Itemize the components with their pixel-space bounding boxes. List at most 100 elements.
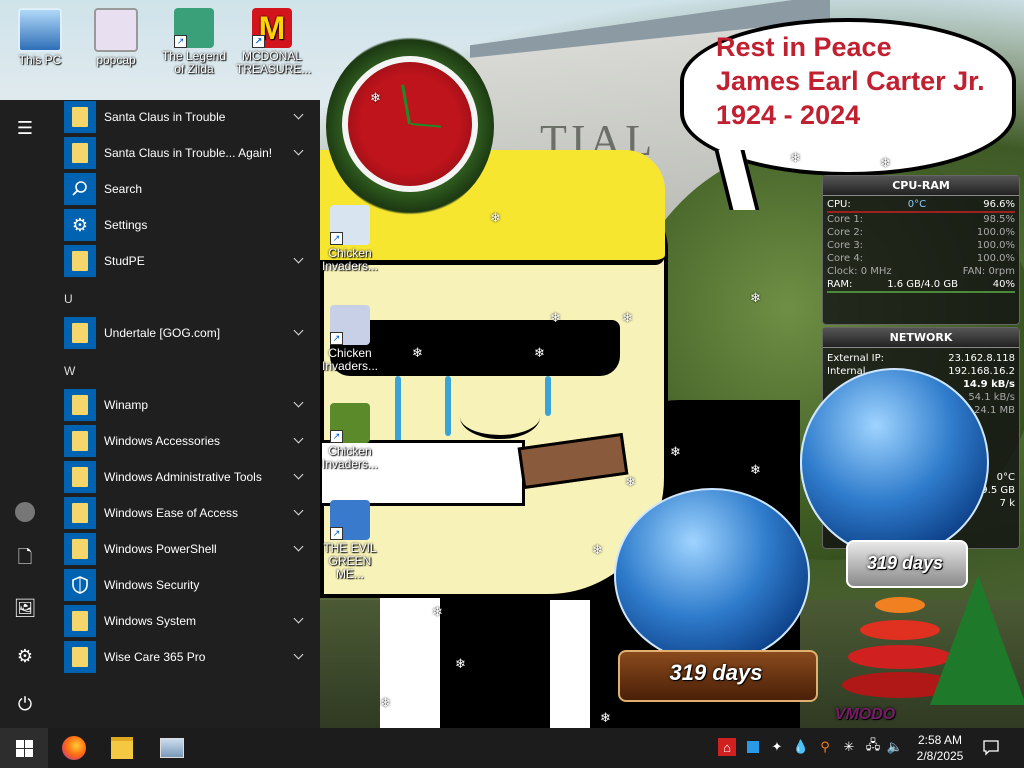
cpu-temp: 0°C <box>907 199 927 210</box>
menu-icon[interactable]: ☰ <box>9 112 41 144</box>
tray-app-icon[interactable]: ⌂ <box>718 738 736 756</box>
desktop-icon-chicken-2[interactable]: ↗ Chicken Invaders... <box>314 305 386 373</box>
clock-gadget[interactable] <box>342 56 478 192</box>
taskbar-control-panel[interactable] <box>148 728 196 768</box>
popcap-icon <box>94 8 138 52</box>
snowflake-icon: ❄ <box>412 345 423 360</box>
app-search[interactable]: Search <box>64 172 320 206</box>
clock-minute-hand <box>410 123 441 128</box>
section-letter-w[interactable]: W <box>64 364 75 378</box>
cpu-ram-gadget[interactable]: CPU-RAM CPU: 0°C 96.6% Core 1: 98.5% Core… <box>822 175 1020 325</box>
folder-icon <box>64 317 96 349</box>
app-windows-administrative-tools[interactable]: Windows Administrative Tools <box>64 460 320 494</box>
taskbar-firefox[interactable] <box>50 728 98 768</box>
tray-snowflake-icon[interactable]: ✳ <box>840 738 858 756</box>
snowflake-icon: ❄ <box>600 710 611 725</box>
chevron-down-icon <box>293 145 304 156</box>
desktop-icon-label: popcap <box>96 53 136 67</box>
app-windows-ease-of-access[interactable]: Windows Ease of Access <box>64 496 320 530</box>
character-tear <box>395 376 401 446</box>
external-ip-row: External IP: 23.162.8.118 <box>827 353 1015 364</box>
app-windows-accessories[interactable]: Windows Accessories <box>64 424 320 458</box>
folder-icon <box>64 461 96 493</box>
control-panel-icon <box>160 738 184 758</box>
clock-hour-hand <box>401 84 411 125</box>
snowflake-icon: ❄ <box>550 310 561 325</box>
app-undertale[interactable]: Undertale [GOG.com] <box>64 316 320 350</box>
app-winamp[interactable]: Winamp <box>64 388 320 422</box>
section-letter-u[interactable]: U <box>64 292 73 306</box>
folder-icon <box>64 389 96 421</box>
snow-globe-small[interactable] <box>614 488 810 664</box>
desktop-icon-label: Chicken Invaders... <box>321 346 379 373</box>
app-wise-care-365-pro[interactable]: Wise Care 365 Pro <box>64 640 320 674</box>
taskbar-clock[interactable]: 2:58 AM 2/8/2025 <box>904 732 976 764</box>
network-title: NETWORK <box>823 328 1019 348</box>
app-studpe[interactable]: StudPE <box>64 244 320 278</box>
chevron-down-icon <box>293 469 304 480</box>
snowflake-icon: ❄ <box>750 462 761 477</box>
zilda-icon: ↗ <box>174 8 214 48</box>
desktop-icon-this-pc[interactable]: This PC <box>4 8 76 67</box>
app-windows-system[interactable]: Windows System <box>64 604 320 638</box>
core-row: Core 1: 98.5% <box>827 214 1015 225</box>
snowflake-icon: ❄ <box>880 155 891 170</box>
snowflake-icon: ❄ <box>750 290 761 305</box>
character-tear <box>545 376 551 416</box>
documents-icon[interactable]: 🗋 <box>9 544 41 576</box>
desktop-icon-mcdonald[interactable]: M ↗ MCDONAL TREASURE... <box>236 8 311 76</box>
app-label: Windows Ease of Access <box>104 506 239 520</box>
snowflake-icon: ❄ <box>622 310 633 325</box>
user-account-button[interactable] <box>9 496 41 528</box>
users-icon: ↗ <box>330 500 370 540</box>
app-santa-claus-in-trouble[interactable]: Santa Claus in Trouble <box>64 100 320 134</box>
search-icon <box>64 173 96 205</box>
snowflake-icon: ❄ <box>455 656 466 671</box>
desktop-icon-label: The Legend of Zilda <box>161 49 227 76</box>
snow-globe-large-overlay <box>800 368 989 557</box>
tray-apps-icon[interactable]: ✦ <box>768 738 786 756</box>
app-windows-powershell[interactable]: Windows PowerShell <box>64 532 320 566</box>
snowflake-icon: ❄ <box>534 345 545 360</box>
computer-icon <box>18 8 62 52</box>
tray-search-icon[interactable]: ⚲ <box>816 738 834 756</box>
notification-center-icon[interactable] <box>982 739 1000 757</box>
cpu-percent: 96.6% <box>983 199 1015 210</box>
snowflake-icon: ❄ <box>432 604 443 619</box>
chevron-down-icon <box>293 433 304 444</box>
tray-drop-icon[interactable]: 💧 <box>792 738 810 756</box>
taskbar-file-explorer[interactable] <box>98 728 146 768</box>
app-label: Windows Accessories <box>104 434 221 448</box>
folder-icon <box>64 605 96 637</box>
app-settings[interactable]: ⚙ Settings <box>64 208 320 242</box>
desktop-icon-chicken-3[interactable]: ↗ Chicken Invaders... <box>314 403 386 471</box>
network-icon[interactable]: 🖧 <box>864 737 882 756</box>
start-button[interactable] <box>0 728 48 768</box>
core-row: Core 4: 100.0% <box>827 253 1015 264</box>
desktop-icon-popcap[interactable]: popcap <box>80 8 152 67</box>
settings-gear-icon[interactable]: ⚙ <box>9 640 41 672</box>
chevron-down-icon <box>293 541 304 552</box>
pictures-icon[interactable]: 🖼 <box>9 592 41 624</box>
folder-icon <box>64 533 96 565</box>
desktop-icon-chicken-1[interactable]: ↗ Chicken Invaders... <box>314 205 386 273</box>
chevron-down-icon <box>293 649 304 660</box>
cpu-label: CPU: <box>827 199 851 210</box>
windows-logo-icon <box>15 739 33 757</box>
bubble-line-2: James Earl Carter Jr. <box>716 66 985 96</box>
chevron-down-icon <box>293 325 304 336</box>
cpu-row: CPU: 0°C 96.6% <box>823 198 1019 211</box>
bubble-line-1: Rest in Peace <box>716 32 892 62</box>
chicken-invaders-icon: ↗ <box>330 403 370 443</box>
app-label: Windows Administrative Tools <box>104 470 262 484</box>
power-icon[interactable]: ⏻ <box>9 688 41 720</box>
desktop-icon-evil-green[interactable]: ↗ THE EVIL GREEN ME... <box>314 500 386 581</box>
tray-square-icon[interactable] <box>744 738 762 756</box>
app-windows-security[interactable]: Windows Security <box>64 568 320 602</box>
app-label: StudPE <box>104 254 145 268</box>
volume-icon[interactable]: 🔈 <box>886 738 904 756</box>
app-santa-claus-again[interactable]: Santa Claus in Trouble... Again! <box>64 136 320 170</box>
clock-time: 2:58 AM <box>917 733 963 747</box>
snowflake-icon: ❄ <box>490 210 501 225</box>
desktop-icon-zilda[interactable]: ↗ The Legend of Zilda <box>158 8 230 76</box>
